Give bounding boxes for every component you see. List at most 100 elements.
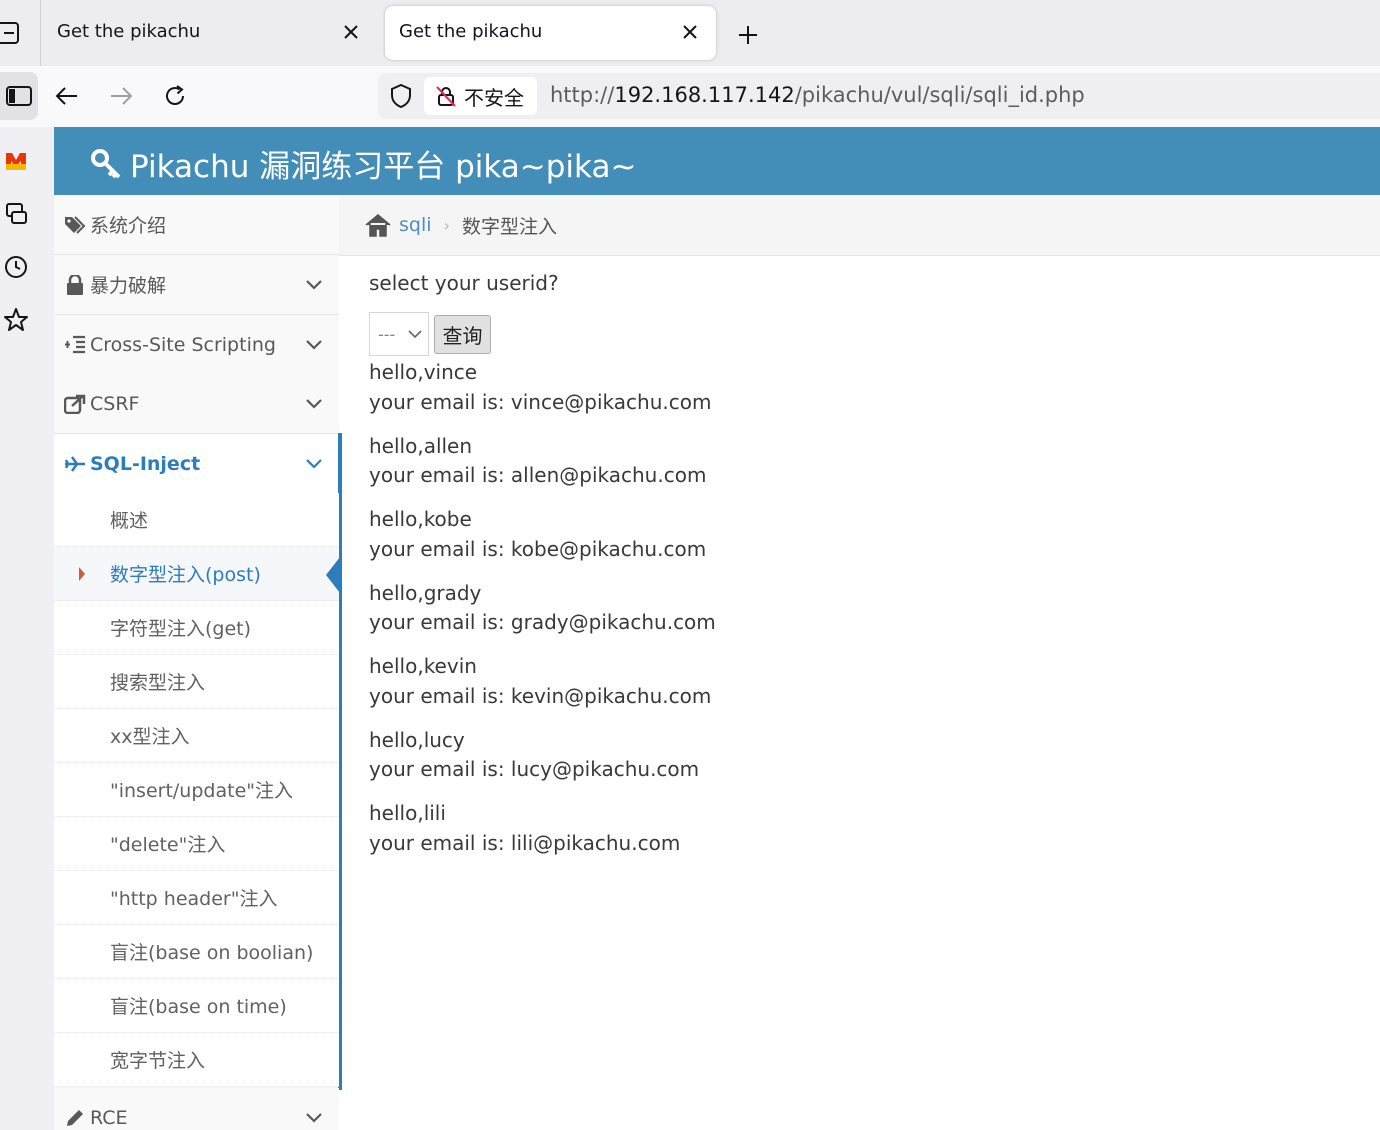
result-email: your email is: lili@pikachu.com — [369, 831, 681, 855]
submenu-item-label: 概述 — [110, 510, 149, 532]
chevron-down-icon — [306, 399, 322, 409]
browser-tab[interactable]: Get the pikachu — [43, 6, 377, 60]
submenu-item-wide-byte[interactable]: 宽字节注入 — [54, 1033, 339, 1087]
chevron-down-icon — [306, 340, 322, 350]
chevron-down-icon — [408, 330, 422, 339]
broken-lock-icon — [436, 86, 456, 107]
submenu-item-insert-update[interactable]: "insert/update"注入 — [54, 763, 339, 817]
plane-icon — [64, 453, 86, 475]
userid-prompt: select your userid? — [369, 271, 559, 295]
submenu-item-search[interactable]: 搜索型注入 — [54, 655, 339, 709]
tab-title: Get the pikachu — [57, 21, 201, 42]
submenu-item-label: 盲注(base on boolian) — [110, 942, 314, 964]
submenu-item-numeric-post[interactable]: 数字型注入(post) — [54, 547, 340, 601]
submenu-item-label: 盲注(base on time) — [110, 996, 287, 1018]
menu-item-xss[interactable]: Cross-Site Scripting — [54, 315, 339, 375]
submenu-item-blind-time[interactable]: 盲注(base on time) — [54, 979, 339, 1033]
url-scheme: http:// — [550, 83, 615, 107]
result-hello: hello,allen — [369, 434, 473, 458]
chevron-down-icon — [306, 459, 322, 469]
query-button[interactable]: 查询 — [434, 315, 491, 354]
result-hello: hello,vince — [369, 360, 478, 384]
caret-right-icon — [79, 567, 85, 581]
chevron-down-icon — [306, 1113, 322, 1123]
breadcrumb-link[interactable]: sqli — [399, 214, 432, 236]
browser-sidebar — [0, 127, 54, 1130]
menu-item-label: CSRF — [90, 392, 140, 415]
insecure-connection-badge[interactable]: 不安全 — [424, 77, 537, 115]
menu-item-sql-inject[interactable]: SQL-Inject — [54, 433, 342, 1090]
result-email: your email is: kevin@pikachu.com — [369, 684, 712, 708]
active-indicator-triangle — [326, 557, 340, 593]
menu-item-label: Cross-Site Scripting — [90, 333, 276, 356]
result-hello: hello,grady — [369, 581, 482, 605]
brand-text: Pikachu 漏洞练习平台 pika~pika~ — [130, 149, 637, 185]
tab-strip: Get the pikachu Get the pikachu — [0, 0, 1380, 66]
result-hello: hello,lucy — [369, 728, 465, 752]
new-tab-plus-icon[interactable] — [733, 20, 763, 50]
submenu-item-label: 字符型注入(get) — [110, 618, 252, 640]
sidebar-menu: 系统介绍 暴力破解 Cross-Site Scripting CSRF SQL-… — [54, 195, 342, 1130]
submenu-item-blind-boolean[interactable]: 盲注(base on boolian) — [54, 925, 339, 979]
url-path: /pikachu/vul/sqli/sqli_id.php — [794, 83, 1085, 107]
tag-icon — [64, 214, 86, 236]
reload-icon[interactable] — [157, 78, 193, 114]
result-email: your email is: grady@pikachu.com — [369, 610, 716, 634]
close-icon[interactable] — [678, 20, 702, 44]
menu-item-brute-force[interactable]: 暴力破解 — [54, 255, 339, 315]
chevron-down-icon — [306, 280, 322, 290]
page-header: Pikachu 漏洞练习平台 pika~pika~ — [54, 127, 1380, 195]
shield-icon[interactable] — [388, 83, 414, 109]
menu-item-rce[interactable]: RCE — [54, 1088, 339, 1130]
menu-item-intro[interactable]: 系统介绍 — [54, 195, 339, 255]
submenu-item-xx[interactable]: xx型注入 — [54, 709, 339, 763]
sidebar-toggle-icon[interactable] — [0, 72, 38, 120]
tab-list-icon[interactable] — [0, 20, 22, 46]
submenu-item-http-header[interactable]: "http header"注入 — [54, 871, 339, 925]
url-text[interactable]: http://192.168.117.142/pikachu/vul/sqli/… — [550, 83, 1085, 107]
home-icon[interactable] — [365, 213, 391, 237]
pencil-icon — [64, 1107, 86, 1129]
submenu-item-label: "delete"注入 — [110, 834, 226, 856]
key-icon — [91, 148, 121, 178]
result-hello: hello,kevin — [369, 654, 477, 678]
result-email: your email is: vince@pikachu.com — [369, 390, 712, 414]
result-hello: hello,kobe — [369, 507, 472, 531]
submenu-item-label: xx型注入 — [110, 726, 190, 748]
submenu-item-label: 搜索型注入 — [110, 672, 206, 694]
bookmark-star-icon[interactable] — [2, 306, 30, 334]
history-clock-icon[interactable] — [2, 253, 30, 281]
result-email: your email is: kobe@pikachu.com — [369, 537, 707, 561]
back-arrow-icon[interactable] — [49, 78, 85, 114]
submenu-item-overview[interactable]: 概述 — [54, 493, 339, 547]
lock-icon — [64, 274, 86, 296]
result-email: your email is: lucy@pikachu.com — [369, 757, 700, 781]
close-icon[interactable] — [339, 20, 363, 44]
tab-separator — [40, 0, 41, 66]
forward-arrow-icon[interactable] — [103, 78, 139, 114]
submenu-item-delete[interactable]: "delete"注入 — [54, 817, 339, 871]
submenu-item-label: "insert/update"注入 — [110, 780, 293, 802]
select-value: --- — [378, 324, 396, 344]
synced-tabs-icon[interactable] — [2, 200, 30, 228]
menu-item-label: 系统介绍 — [90, 215, 167, 237]
result-hello: hello,lili — [369, 801, 446, 825]
extension-m-icon[interactable] — [2, 147, 30, 175]
brand-title[interactable]: Pikachu 漏洞练习平台 pika~pika~ — [90, 141, 636, 186]
result-email: your email is: allen@pikachu.com — [369, 463, 707, 487]
submenu-item-label: 数字型注入(post) — [110, 564, 261, 586]
tab-title: Get the pikachu — [399, 21, 543, 42]
submenu-item-label: 宽字节注入 — [110, 1050, 206, 1072]
security-label: 不安全 — [464, 85, 524, 110]
browser-tab-active[interactable]: Get the pikachu — [385, 6, 716, 60]
menu-item-label: RCE — [90, 1106, 128, 1129]
menu-item-label: SQL-Inject — [90, 452, 201, 475]
address-bar[interactable]: 不安全 http://192.168.117.142/pikachu/vul/s… — [378, 73, 1380, 119]
menu-item-csrf[interactable]: CSRF — [54, 374, 339, 434]
url-host: 192.168.117.142 — [614, 83, 795, 107]
submenu-item-string-get[interactable]: 字符型注入(get) — [54, 601, 339, 655]
breadcrumb-current: 数字型注入 — [461, 215, 557, 238]
share-icon — [64, 393, 86, 415]
userid-select[interactable]: --- — [369, 312, 429, 356]
navigation-toolbar: 不安全 http://192.168.117.142/pikachu/vul/s… — [0, 66, 1380, 127]
